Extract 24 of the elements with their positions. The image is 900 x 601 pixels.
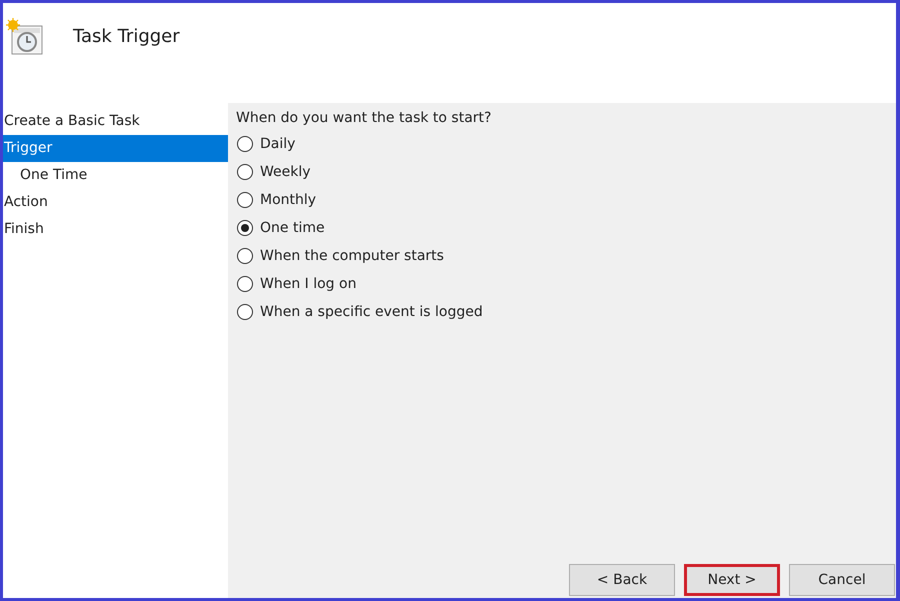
radio-button[interactable]: [237, 220, 253, 236]
dialog-button[interactable]: Next >: [684, 564, 780, 596]
option-label[interactable]: Daily: [260, 136, 296, 152]
dialog-button[interactable]: Cancel: [789, 564, 895, 596]
option-label[interactable]: Monthly: [260, 192, 316, 208]
question-label: When do you want the task to start?: [236, 110, 492, 126]
option-label[interactable]: One time: [260, 220, 325, 236]
radio-button[interactable]: [237, 248, 253, 264]
option-label[interactable]: When I log on: [260, 276, 356, 292]
radio-button[interactable]: [237, 276, 253, 292]
radio-button[interactable]: [237, 304, 253, 320]
sidebar-item[interactable]: Finish: [3, 216, 228, 243]
radio-button[interactable]: [237, 192, 253, 208]
option-label[interactable]: When a specific event is logged: [260, 304, 483, 320]
dialog-button[interactable]: < Back: [569, 564, 675, 596]
radio-button[interactable]: [237, 164, 253, 180]
radio-button[interactable]: [237, 136, 253, 152]
sidebar-item[interactable]: Create a Basic Task: [3, 108, 228, 135]
sidebar-item[interactable]: One Time: [3, 162, 228, 189]
dialog-title: Task Trigger: [73, 26, 180, 47]
sidebar-item[interactable]: Action: [3, 189, 228, 216]
option-label[interactable]: When the computer starts: [260, 248, 444, 264]
option-label[interactable]: Weekly: [260, 164, 311, 180]
sidebar-item[interactable]: Trigger: [3, 135, 228, 162]
